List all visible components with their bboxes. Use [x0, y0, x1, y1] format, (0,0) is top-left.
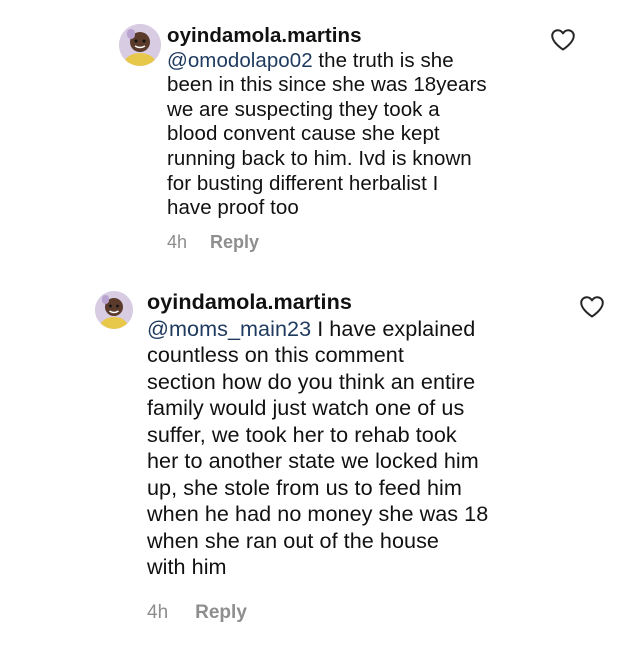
- reply-button[interactable]: Reply: [195, 602, 247, 624]
- comment-timestamp: 4h: [147, 602, 169, 623]
- comment-text-line: the truth is she: [312, 48, 454, 72]
- avatar-photo: [119, 24, 161, 66]
- avatar[interactable]: [95, 291, 133, 329]
- comment-item: oyindamola.martins @moms_main23 I have e…: [0, 280, 640, 649]
- comment-text-line: when she ran out of the house: [147, 527, 439, 553]
- comment-text-line: for busting different herbalist I: [167, 171, 439, 195]
- comment-text-line: have proof too: [167, 196, 299, 220]
- comment-text-line: section how do you think an entire: [147, 368, 476, 394]
- comment-text-line: we are suspecting they took a: [167, 97, 440, 121]
- comment-body: oyindamola.martins @omodolapo02 the trut…: [167, 24, 567, 221]
- comment-item: oyindamola.martins @omodolapo02 the trut…: [0, 0, 640, 270]
- mention-link[interactable]: @moms_main23: [147, 316, 311, 341]
- comment-meta: 4h Reply: [147, 602, 247, 624]
- avatar-photo: [95, 291, 133, 329]
- avatar[interactable]: [119, 24, 161, 66]
- comment-text-line: blood convent cause she kept: [167, 122, 440, 146]
- comment-text: oyindamola.martins @moms_main23 I have e…: [147, 289, 557, 581]
- comment-text-line: up, she stole from us to feed him: [147, 474, 462, 500]
- comment-text-line: her to another state we locked him: [147, 448, 479, 473]
- comment-text-line: suffer, we took her to rehab took: [147, 421, 457, 447]
- comment-timestamp: 4h: [167, 232, 188, 252]
- reply-button[interactable]: Reply: [210, 232, 259, 253]
- comment-username[interactable]: oyindamola.martins: [167, 24, 362, 47]
- comment-text-line: family would just watch one of us: [147, 395, 465, 420]
- comment-text-line: I have explained: [311, 315, 476, 341]
- comment-text-line: when he had no money she was 18: [147, 501, 489, 526]
- comment-body: oyindamola.martins @moms_main23 I have e…: [147, 289, 557, 581]
- heart-icon[interactable]: [579, 295, 605, 319]
- comment-username[interactable]: oyindamola.martins: [147, 289, 352, 314]
- comment-text-line: with him: [147, 554, 227, 579]
- comment-text-line: running back to him. Ivd is known: [167, 146, 472, 170]
- comment-text-line: countless on this comment: [147, 342, 404, 367]
- mention-link[interactable]: @omodolapo02: [167, 49, 313, 72]
- comment-text-line: been in this since she was 18years: [167, 73, 487, 97]
- comment-meta: 4h Reply: [167, 232, 259, 253]
- comment-text: oyindamola.martins @omodolapo02 the trut…: [167, 24, 567, 221]
- heart-icon[interactable]: [550, 28, 576, 52]
